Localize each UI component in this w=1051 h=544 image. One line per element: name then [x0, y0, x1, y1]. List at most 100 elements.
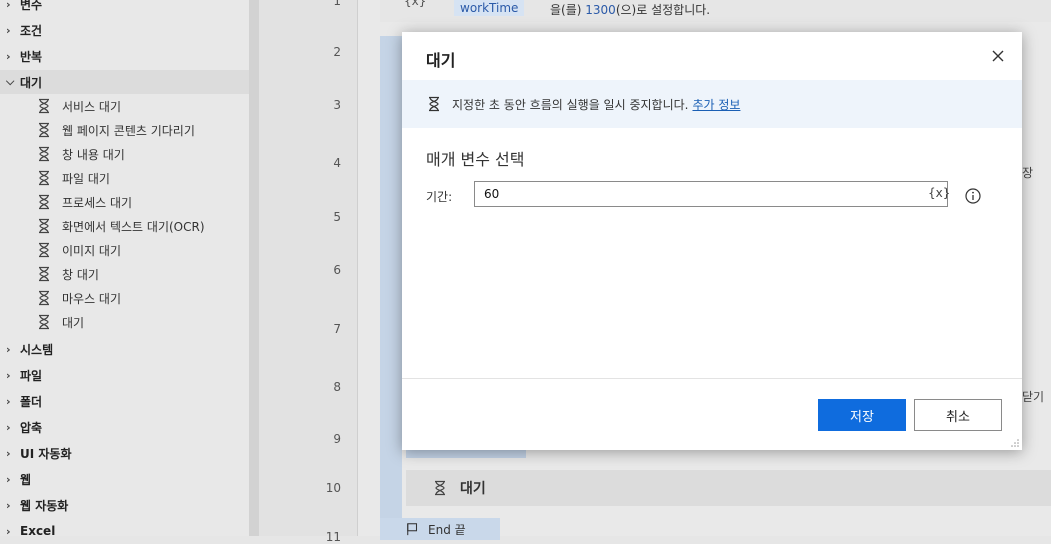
chevron-right-icon: ›	[6, 498, 11, 512]
category-item[interactable]: › 폴더	[0, 389, 249, 413]
action-label: 파일 대기	[62, 171, 110, 186]
insert-variable-button[interactable]: {x}	[928, 186, 950, 200]
action-item[interactable]: 이미지 대기	[0, 238, 249, 262]
parameters-heading: 매개 변수 선택	[426, 150, 525, 169]
chevron-right-icon: ›	[6, 342, 11, 356]
chevron-right-icon: ›	[6, 394, 11, 408]
category-item[interactable]: › 시스템	[0, 337, 249, 361]
hourglass-icon	[39, 146, 49, 162]
category-item[interactable]: › 웹	[0, 467, 249, 491]
action-item[interactable]: 창 내용 대기	[0, 142, 249, 166]
category-item[interactable]: › 반복	[0, 44, 249, 68]
info-description: 지정한 초 동안 흐름의 실행을 일시 중지합니다.	[452, 97, 689, 112]
line-number: 4	[333, 156, 341, 170]
info-circle-icon[interactable]	[964, 187, 982, 205]
hourglass-icon	[39, 266, 49, 282]
hourglass-icon	[435, 480, 445, 496]
action-label: 마우스 대기	[62, 291, 122, 306]
action-item[interactable]: 웹 페이지 콘텐츠 기다리기	[0, 118, 249, 142]
action-item[interactable]: 화면에서 텍스트 대기(OCR)	[0, 214, 249, 238]
line-number: 5	[333, 210, 341, 224]
category-item[interactable]: › 조건	[0, 18, 249, 42]
category-item[interactable]: › 변수	[0, 0, 249, 16]
chevron-right-icon: ›	[6, 420, 11, 434]
category-label: 폴더	[20, 394, 43, 409]
line-number: 9	[333, 432, 341, 446]
category-label: 웹 자동화	[20, 498, 69, 513]
step-description: 을(를) 1300(으)로 설정합니다.	[550, 3, 711, 17]
actions-panel-scrollbar[interactable]	[249, 0, 259, 536]
variable-chip[interactable]: workTime	[454, 0, 525, 16]
hourglass-icon	[39, 290, 49, 306]
footer-divider	[402, 378, 1022, 379]
category-item[interactable]: › 압축	[0, 415, 249, 439]
action-item[interactable]: 서비스 대기	[0, 94, 249, 118]
hourglass-icon	[39, 98, 49, 114]
category-item[interactable]: › Excel	[0, 519, 249, 536]
resize-grip-icon[interactable]	[1010, 438, 1020, 448]
more-info-link[interactable]: 추가 정보	[692, 96, 740, 113]
duration-input[interactable]	[474, 181, 948, 207]
line-number: 11	[325, 530, 341, 544]
chevron-right-icon: ›	[6, 368, 11, 382]
action-label: 창 대기	[62, 267, 99, 282]
line-number-gutter: 1 2 3 4 5 6 7 8 9 10 11	[259, 0, 358, 544]
line-number: 6	[333, 263, 341, 277]
line-number: 10	[325, 481, 341, 495]
close-icon[interactable]	[988, 46, 1008, 66]
hourglass-icon	[39, 170, 49, 186]
chevron-right-icon: ›	[6, 472, 11, 486]
chevron-down-icon: ⌵	[6, 75, 15, 88]
category-label: 반복	[20, 49, 43, 64]
info-banner: 지정한 초 동안 흐름의 실행을 일시 중지합니다. 추가 정보	[402, 80, 1022, 128]
action-label: 이미지 대기	[62, 243, 122, 258]
action-label: 프로세스 대기	[62, 195, 133, 210]
action-item[interactable]: 마우스 대기	[0, 286, 249, 310]
hourglass-icon	[39, 122, 49, 138]
category-label: 시스템	[20, 342, 54, 357]
clipped-step-text: 장	[1022, 166, 1034, 180]
action-label: 서비스 대기	[62, 99, 122, 114]
category-item[interactable]: ⌵ 대기	[0, 70, 249, 94]
action-item[interactable]: 프로세스 대기	[0, 190, 249, 214]
cancel-button[interactable]: 취소	[914, 399, 1002, 431]
line-number: 8	[333, 380, 341, 394]
category-label: 조건	[20, 23, 43, 38]
loop-block-rail	[380, 36, 402, 536]
chevron-right-icon: ›	[6, 0, 11, 11]
end-step-label: End 끝	[428, 522, 466, 537]
flow-step-end[interactable]: End 끝	[380, 518, 500, 540]
category-label: Excel	[20, 524, 56, 536]
dialog-title: 대기	[426, 51, 456, 70]
category-item[interactable]: › 웹 자동화	[0, 493, 249, 517]
action-item[interactable]: 파일 대기	[0, 166, 249, 190]
flow-step-set-variable[interactable]: {x} workTime 을(를) 1300(으)로 설정합니다.	[380, 0, 1051, 22]
variable-icon: {x}	[404, 0, 427, 8]
category-label: 파일	[20, 368, 43, 383]
category-item[interactable]: › 파일	[0, 363, 249, 387]
category-label: 대기	[20, 75, 43, 90]
chevron-right-icon: ›	[6, 446, 11, 460]
chevron-right-icon: ›	[6, 49, 11, 63]
save-button[interactable]: 저장	[818, 399, 906, 431]
action-label: 화면에서 텍스트 대기(OCR)	[62, 219, 205, 234]
end-flag-icon	[407, 523, 418, 536]
hourglass-icon	[39, 194, 49, 210]
hourglass-icon	[39, 314, 49, 330]
category-label: 변수	[20, 0, 43, 12]
hourglass-icon	[39, 242, 49, 258]
clipped-step-text: 닫기	[1022, 390, 1045, 404]
actions-panel: › 변수 › 조건 › 반복 ⌵ 대기 서비스 대기 웹 페이지 콘텐츠 기다리기 창 내용 대기 파…	[0, 0, 249, 536]
chevron-right-icon: ›	[6, 23, 11, 37]
category-label: 웹	[20, 472, 32, 487]
line-number: 2	[333, 45, 341, 59]
hourglass-icon	[39, 218, 49, 234]
action-item[interactable]: 대기	[0, 310, 249, 334]
duration-label: 기간:	[426, 190, 453, 204]
line-number: 3	[333, 98, 341, 112]
action-item[interactable]: 창 대기	[0, 262, 249, 286]
wait-action-dialog: 대기 지정한 초 동안 흐름의 실행을 일시 중지합니다. 추가 정보 매개 변…	[402, 32, 1022, 450]
chevron-right-icon: ›	[6, 524, 11, 537]
category-item[interactable]: › UI 자동화	[0, 441, 249, 465]
flow-step-wait[interactable]: 대기	[406, 470, 1051, 506]
